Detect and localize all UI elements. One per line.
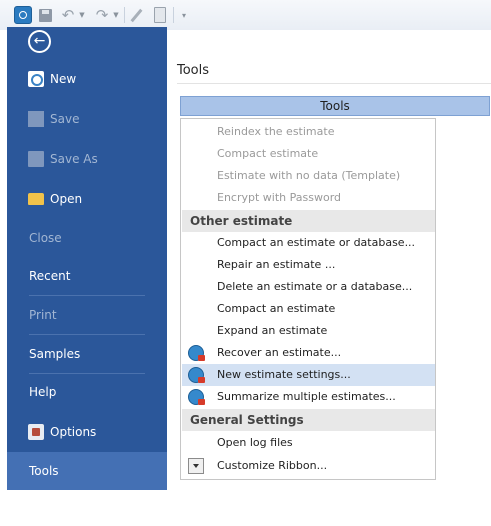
menu-header-label: General Settings: [190, 413, 304, 427]
nav-samples[interactable]: Samples: [7, 335, 167, 373]
nav-print[interactable]: Print: [7, 296, 167, 334]
undo-icon[interactable]: ↶: [58, 6, 78, 24]
menu-item-label: Summarize multiple estimates...: [217, 390, 396, 403]
nav-help-label: Help: [29, 385, 57, 399]
nav-options-label: Options: [50, 425, 97, 439]
estimate-icon: [188, 367, 205, 383]
clipboard-icon[interactable]: [152, 6, 168, 24]
menu-item-label: Expand an estimate: [217, 324, 328, 337]
nav-recent-label: Recent: [29, 269, 71, 283]
nav-save-as-label: Save As: [50, 152, 98, 166]
menu-item-open-log[interactable]: Open log files: [182, 432, 435, 454]
nav-save-as[interactable]: Save As: [7, 140, 167, 178]
menu-item-label: Compact an estimate: [217, 302, 336, 315]
menu-item-label: New estimate settings...: [217, 368, 351, 381]
menu-item-recover[interactable]: Recover an estimate...: [182, 342, 435, 364]
customize-toolbar-icon[interactable]: ▾: [178, 6, 190, 24]
nav-new-label: New: [50, 72, 77, 86]
nav-open[interactable]: Open: [7, 180, 167, 218]
back-arrow-icon[interactable]: ←: [28, 30, 51, 53]
menu-item-label: Delete an estimate or a database...: [217, 280, 413, 293]
tools-dropdown-button[interactable]: Tools: [180, 96, 490, 116]
menu-header-other-estimate: Other estimate: [182, 210, 435, 232]
menu-item-label: Repair an estimate ...: [217, 258, 336, 271]
nav-help[interactable]: Help: [7, 373, 167, 411]
toolbar-separator: [173, 7, 174, 23]
save-as-icon: [28, 151, 44, 167]
menu-item-label: Reindex the estimate: [217, 125, 335, 138]
nav-close-label: Close: [29, 231, 62, 245]
nav-recent[interactable]: Recent: [7, 257, 167, 295]
menu-item-summarize[interactable]: Summarize multiple estimates...: [182, 386, 435, 408]
options-icon: [28, 424, 44, 440]
save-icon[interactable]: [37, 6, 53, 24]
customize-ribbon-icon: [188, 458, 204, 474]
title-divider: [177, 83, 491, 84]
folder-icon: [28, 193, 44, 205]
nav-new[interactable]: New: [7, 60, 167, 98]
tools-menu: Reindex the estimate Compact estimate Es…: [180, 118, 436, 480]
edit-icon[interactable]: [128, 6, 144, 24]
menu-item-reindex[interactable]: Reindex the estimate: [182, 121, 435, 143]
menu-item-delete[interactable]: Delete an estimate or a database...: [182, 276, 435, 298]
menu-item-encrypt[interactable]: Encrypt with Password: [182, 187, 435, 209]
menu-item-compact-estimate[interactable]: Compact estimate: [182, 143, 435, 165]
menu-item-label: Recover an estimate...: [217, 346, 342, 359]
nav-open-label: Open: [50, 192, 83, 206]
menu-item-label: Compact an estimate or database...: [217, 236, 416, 249]
backstage-nav: ← New Save Save As Open Close Recent Pri…: [7, 27, 167, 490]
estimate-icon: [188, 345, 205, 361]
nav-options[interactable]: Options: [7, 413, 167, 451]
nav-save[interactable]: Save: [7, 100, 167, 138]
app-icon[interactable]: [14, 6, 32, 24]
undo-dropdown-icon[interactable]: ▼: [78, 6, 86, 24]
estimate-icon: [188, 389, 205, 405]
redo-dropdown-icon[interactable]: ▼: [112, 6, 120, 24]
menu-item-expand[interactable]: Expand an estimate: [182, 320, 435, 342]
nav-close[interactable]: Close: [7, 219, 167, 257]
menu-item-label: Open log files: [217, 436, 293, 449]
menu-header-label: Other estimate: [190, 214, 293, 228]
menu-header-general-settings: General Settings: [182, 409, 435, 431]
menu-item-compact[interactable]: Compact an estimate: [182, 298, 435, 320]
nav-tools[interactable]: Tools: [7, 452, 167, 490]
new-icon: [28, 71, 44, 87]
page-title: Tools: [177, 63, 210, 78]
menu-item-label: Compact estimate: [217, 147, 319, 160]
nav-save-label: Save: [50, 112, 80, 126]
menu-item-label: Encrypt with Password: [217, 191, 342, 204]
toolbar-separator: [124, 7, 125, 23]
quick-access-toolbar: ↶ ▼ ↷ ▼ ▾: [0, 0, 491, 30]
nav-print-label: Print: [29, 308, 57, 322]
menu-item-label: Customize Ribbon...: [217, 459, 328, 472]
menu-item-new-settings[interactable]: New estimate settings...: [182, 364, 435, 386]
menu-item-template[interactable]: Estimate with no data (Template): [182, 165, 435, 187]
menu-item-customize-ribbon[interactable]: Customize Ribbon...: [182, 455, 435, 477]
menu-item-compact-database[interactable]: Compact an estimate or database...: [182, 232, 435, 254]
nav-samples-label: Samples: [29, 347, 81, 361]
nav-tools-label: Tools: [29, 464, 59, 478]
menu-item-repair[interactable]: Repair an estimate ...: [182, 254, 435, 276]
redo-icon[interactable]: ↷: [92, 6, 112, 24]
save-disk-icon: [28, 111, 44, 127]
menu-item-label: Estimate with no data (Template): [217, 169, 401, 182]
